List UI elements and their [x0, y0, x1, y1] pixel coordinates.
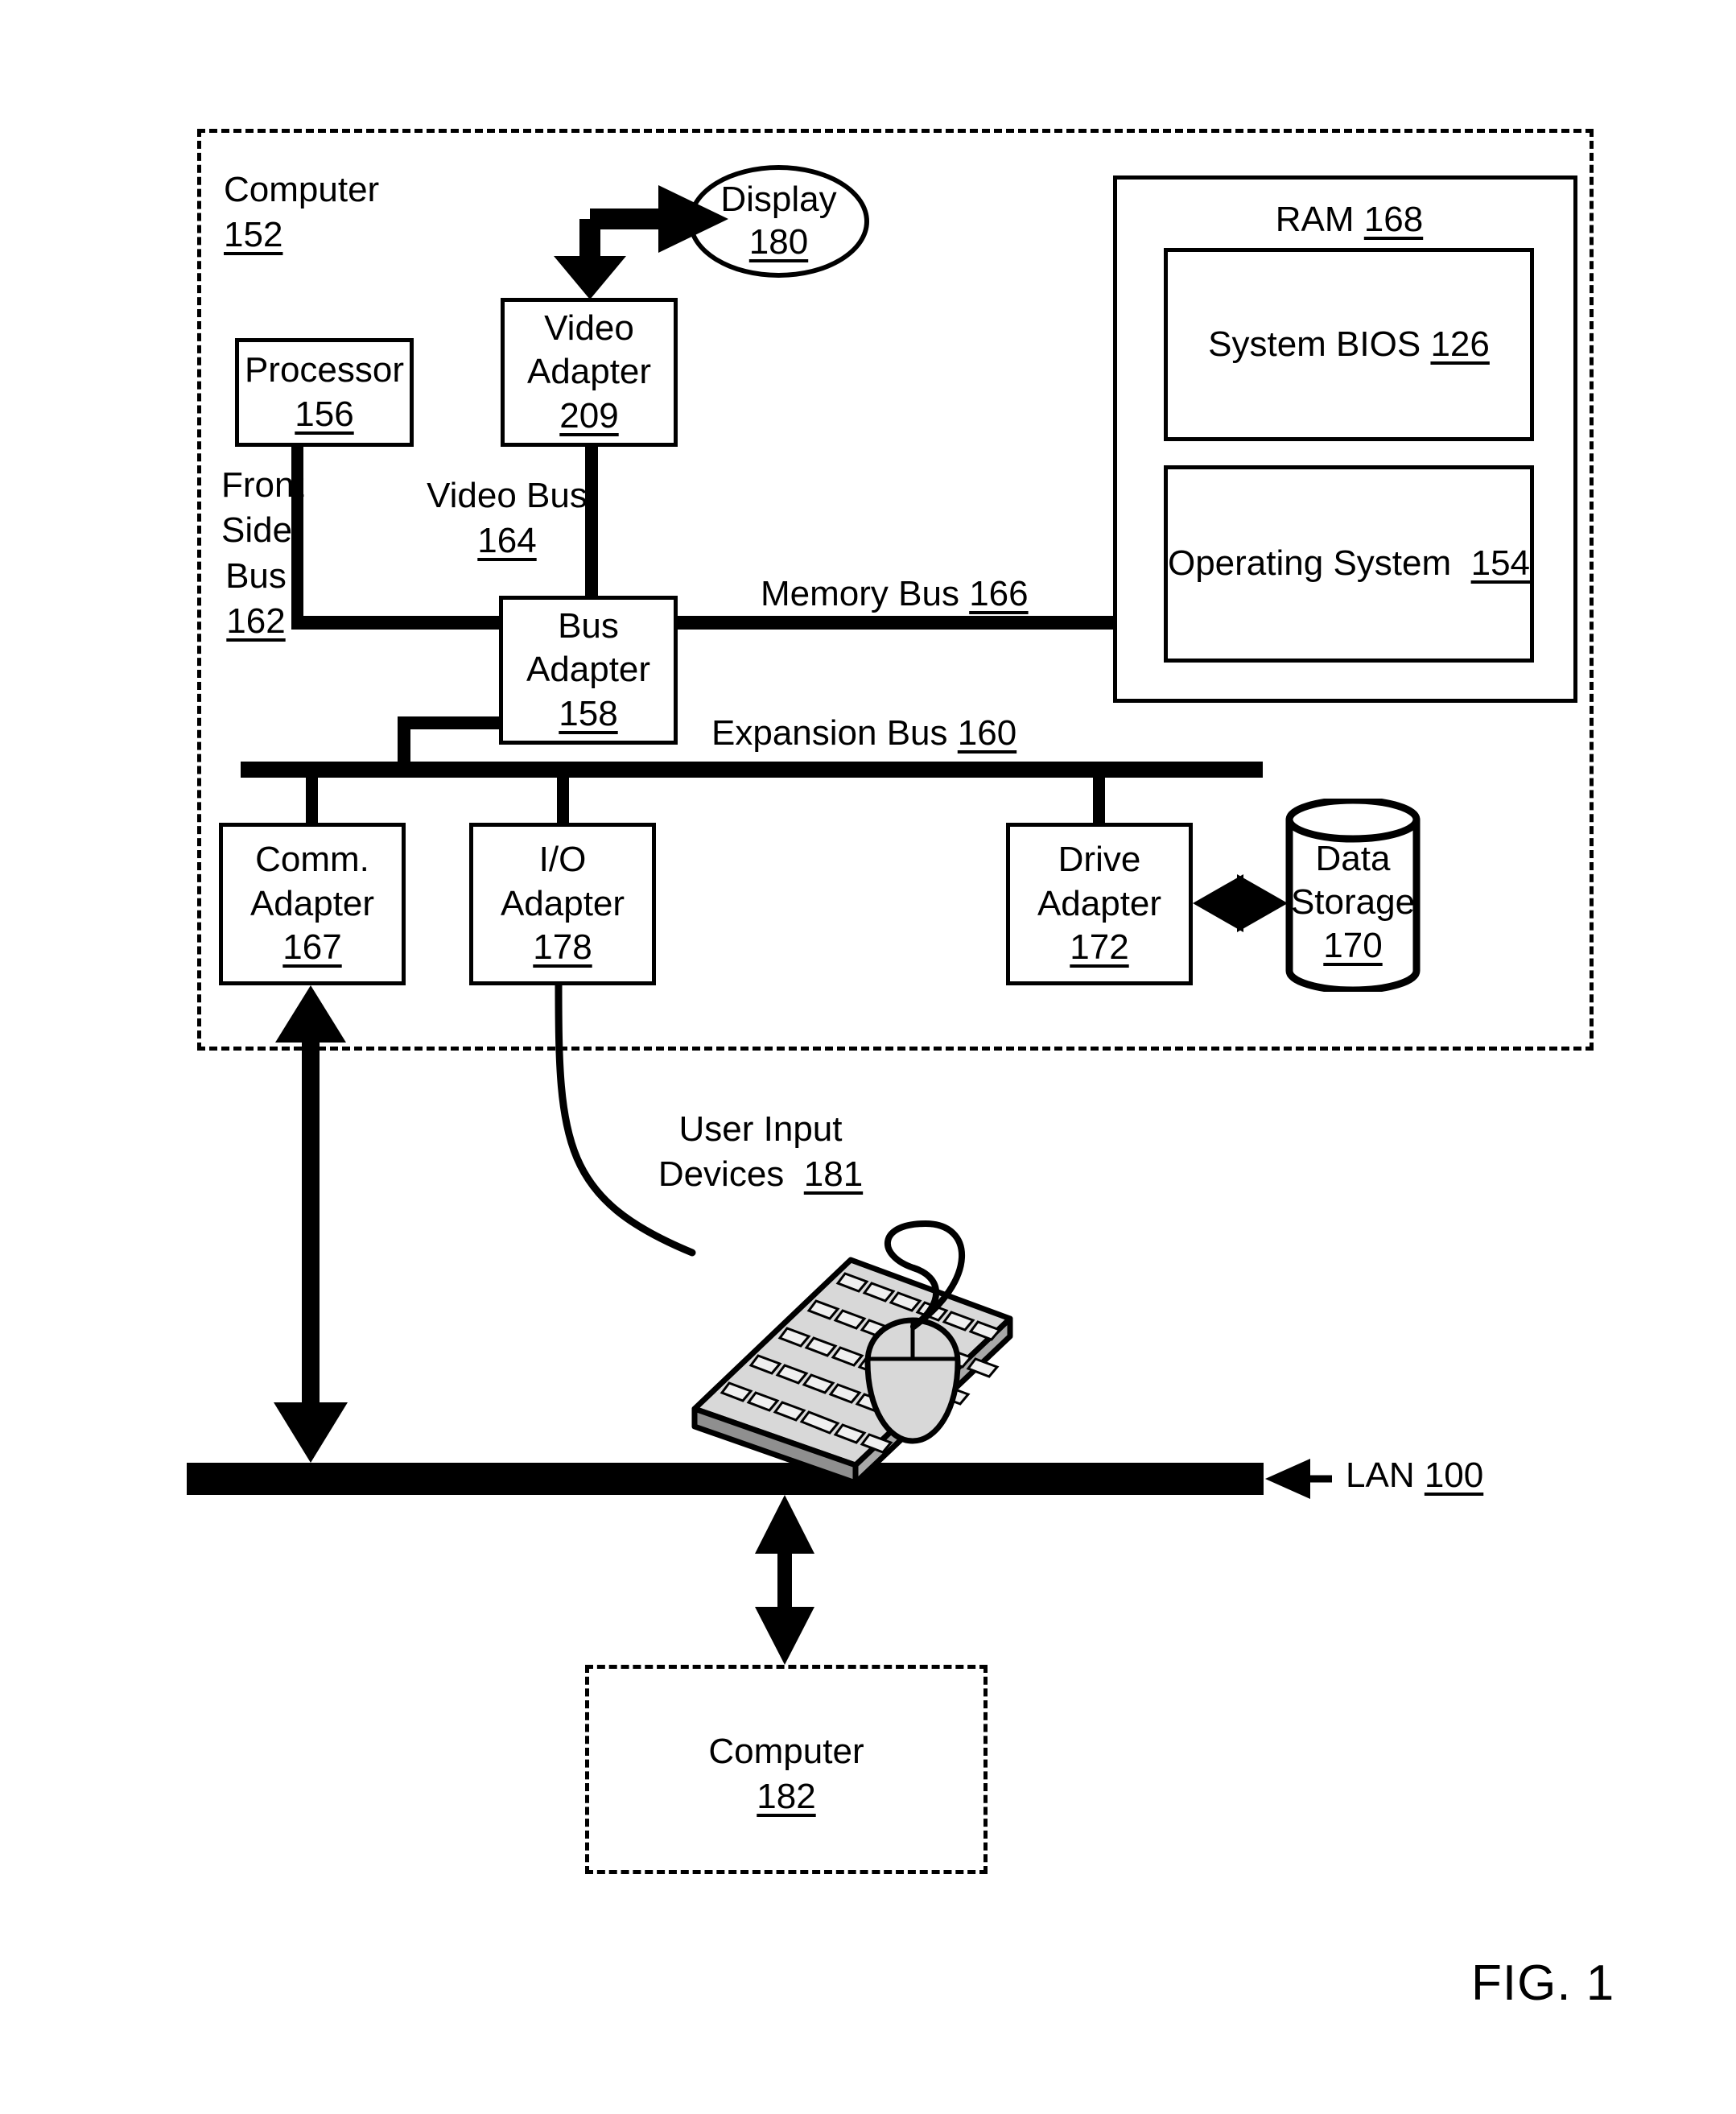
- display-label: Display: [720, 180, 837, 220]
- drive-adapter-box: Drive Adapter 172: [1006, 823, 1193, 985]
- ram-ref: 168: [1363, 200, 1424, 239]
- figure-label: FIG. 1: [1471, 1955, 1615, 2011]
- processor-ref: 156: [295, 394, 354, 434]
- system-bios-box: System BIOS 126: [1164, 248, 1534, 441]
- remote-computer-ref: 182: [757, 1777, 816, 1817]
- front-side-bus-horizontal: [291, 616, 525, 630]
- ram-box: RAM 168 System BIOS 126 Operating System…: [1113, 175, 1577, 703]
- video-adapter-box: Video Adapter 209: [501, 298, 678, 447]
- operating-system-box: Operating System 154: [1164, 465, 1534, 663]
- video-bus-ref: 164: [477, 521, 537, 561]
- io-adapter-ref: 178: [533, 927, 592, 968]
- front-side-bus-line3: Bus: [225, 555, 287, 596]
- video-bus-name: Video Bus: [427, 476, 588, 515]
- user-input-devices-line2: Devices 181: [658, 1154, 864, 1195]
- processor-label: Processor: [244, 349, 405, 390]
- video-bus-label: Video Bus 164: [427, 473, 588, 564]
- bus-adapter-ref: 158: [559, 693, 618, 733]
- drive-adapter-label-line2: Adapter: [1037, 883, 1162, 923]
- comm-adapter-label-line2: Adapter: [249, 883, 375, 923]
- display-ref: 180: [748, 222, 809, 262]
- io-adapter-label-line1: I/O: [538, 840, 587, 880]
- io-adapter-label-line2: Adapter: [500, 883, 625, 923]
- memory-bus-horizontal: [674, 616, 1113, 630]
- system-bios-label: System BIOS: [1208, 324, 1421, 364]
- lan-bar: [187, 1463, 1264, 1495]
- user-input-devices-label: User Input Devices 181: [636, 1107, 885, 1198]
- computer-152-label: Computer: [224, 170, 380, 209]
- keyboard-icon: [691, 1257, 1013, 1486]
- computer-152-caption: Computer 152: [224, 167, 379, 258]
- memory-bus-name: Memory Bus: [761, 574, 959, 613]
- memory-bus-label: Memory Bus 166: [761, 572, 1029, 617]
- system-bios-ref: 126: [1430, 324, 1490, 364]
- bus-adapter-box: Bus Adapter 158: [499, 596, 678, 745]
- front-side-bus-line2: Side: [221, 510, 293, 551]
- data-storage-label-line2: Storage: [1290, 882, 1416, 923]
- mouse-cord: [884, 1220, 965, 1330]
- user-input-devices-ref: 181: [803, 1154, 864, 1195]
- front-side-bus-label: Front Side Bus 162: [221, 463, 304, 644]
- front-side-bus-ref: 162: [226, 601, 286, 641]
- ram-title: RAM 168: [1117, 197, 1581, 242]
- comm-adapter-lan-arrow: [274, 985, 348, 1463]
- video-adapter-ref: 209: [559, 395, 619, 436]
- lan-remote-computer-arrow: [755, 1495, 814, 1665]
- remote-computer-caption: Computer 182: [585, 1729, 988, 1820]
- lan-label: LAN 100: [1346, 1453, 1483, 1498]
- mouse-icon: [864, 1317, 961, 1444]
- patent-figure-page: Computer 152 Processor 156 Video Adapter…: [0, 0, 1736, 2114]
- operating-system-label: Operating System: [1167, 543, 1452, 584]
- data-storage-ref: 170: [1323, 925, 1383, 965]
- bus-adapter-label-line1: Bus: [558, 605, 619, 646]
- data-storage-cylinder: Data Storage 170: [1284, 796, 1421, 994]
- bus-adapter-label-line2: Adapter: [526, 650, 651, 690]
- expansion-bus-label: Expansion Bus 160: [711, 711, 1016, 756]
- display-blob: Display 180: [688, 165, 869, 278]
- comm-adapter-box: Comm. Adapter 167: [219, 823, 406, 985]
- system-bios-text: System BIOS 126: [1208, 323, 1490, 367]
- io-adapter-box: I/O Adapter 178: [469, 823, 656, 985]
- memory-bus-ref: 166: [969, 574, 1029, 613]
- video-adapter-label-line1: Video: [544, 308, 634, 348]
- ram-label: RAM: [1275, 200, 1355, 239]
- operating-system-text: Operating System 154: [1168, 542, 1530, 586]
- data-storage-label-line1: Data: [1315, 839, 1391, 879]
- remote-computer-label: Computer: [708, 1732, 864, 1771]
- lan-name: LAN: [1346, 1455, 1415, 1495]
- processor-box: Processor 156: [235, 338, 414, 447]
- computer-152-ref: 152: [224, 215, 283, 255]
- expansion-bus-name: Expansion Bus: [711, 713, 948, 753]
- drive-adapter-ref: 172: [1070, 927, 1129, 968]
- operating-system-ref: 154: [1470, 543, 1531, 584]
- lan-ref: 100: [1424, 1455, 1484, 1495]
- expansion-bus-ref: 160: [957, 713, 1017, 753]
- video-adapter-label-line2: Adapter: [526, 352, 652, 392]
- drive-adapter-label-line1: Drive: [1058, 840, 1141, 880]
- expansion-bus-bar: [241, 762, 1263, 778]
- lan-leader-arrow: [1265, 1459, 1332, 1499]
- comm-adapter-ref: 167: [282, 927, 342, 968]
- comm-adapter-label-line1: Comm.: [255, 840, 369, 880]
- front-side-bus-line1: Front: [221, 465, 304, 505]
- user-input-devices-line1: User Input: [678, 1109, 843, 1149]
